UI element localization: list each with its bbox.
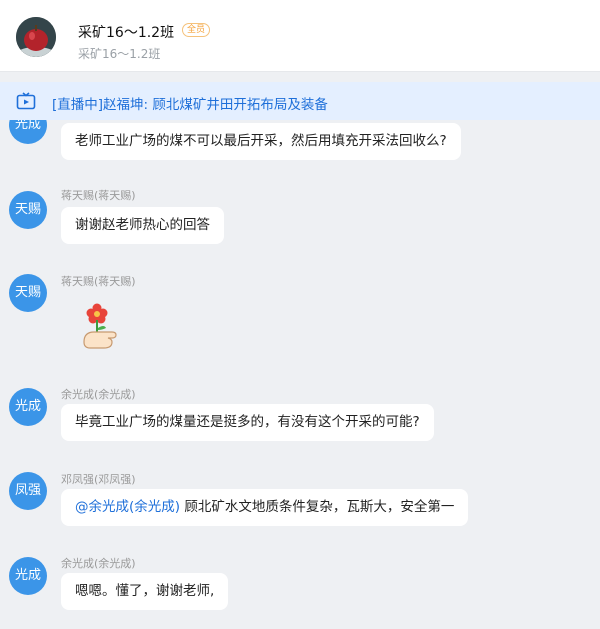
- mention-link[interactable]: @余光成(余光成): [75, 499, 180, 515]
- avatar[interactable]: 凤强: [9, 472, 47, 510]
- sender-name: 余光成(余光成): [61, 557, 136, 570]
- tv-icon: [16, 92, 36, 110]
- avatar[interactable]: 天赐: [9, 274, 47, 312]
- sender-name: 邓凤强(邓凤强): [61, 473, 136, 486]
- avatar[interactable]: 光成: [9, 388, 47, 426]
- sender-name: 余光成(余光成): [61, 388, 136, 401]
- avatar[interactable]: 光成: [9, 557, 47, 595]
- sender-name: 蒋天赐(蒋天赐): [61, 275, 136, 288]
- apple-icon: [16, 17, 56, 57]
- live-broadcast-banner[interactable]: [直播中]赵福坤: 顾北煤矿井田开拓布局及装备: [0, 82, 600, 120]
- sender-name: 蒋天赐(蒋天赐): [61, 189, 136, 202]
- flower-hand-sticker: [83, 303, 117, 349]
- message-list[interactable]: 光成 老师工业广场的煤不可以最后开采，然后用填充开采法回收么? 天赐 蒋天赐(蒋…: [0, 120, 600, 629]
- group-title: 采矿16～1.2班: [78, 25, 175, 41]
- message-bubble: 毕竟工业广场的煤量还是挺多的，有没有这个开采的可能?: [61, 404, 434, 441]
- group-subtitle: 采矿16～1.2班: [78, 47, 161, 61]
- avatar[interactable]: 天赐: [9, 191, 47, 229]
- live-broadcast-text: [直播中]赵福坤: 顾北煤矿井田开拓布局及装备: [52, 97, 328, 113]
- group-avatar[interactable]: [16, 17, 56, 57]
- member-badge: 全员: [182, 23, 211, 37]
- message-text: 顾北矿水文地质条件复杂，瓦斯大，安全第一: [180, 499, 455, 515]
- message-bubble: 嗯嗯。懂了，谢谢老师,: [61, 573, 229, 610]
- message-bubble: 谢谢赵老师热心的回答: [61, 207, 224, 244]
- chat-header: 采矿16～1.2班 全员 采矿16～1.2班: [0, 0, 600, 72]
- message-bubble: @余光成(余光成) 顾北矿水文地质条件复杂，瓦斯大，安全第一: [61, 489, 469, 526]
- avatar[interactable]: 光成: [9, 120, 47, 144]
- message-bubble: 老师工业广场的煤不可以最后开采，然后用填充开采法回收么?: [61, 123, 461, 160]
